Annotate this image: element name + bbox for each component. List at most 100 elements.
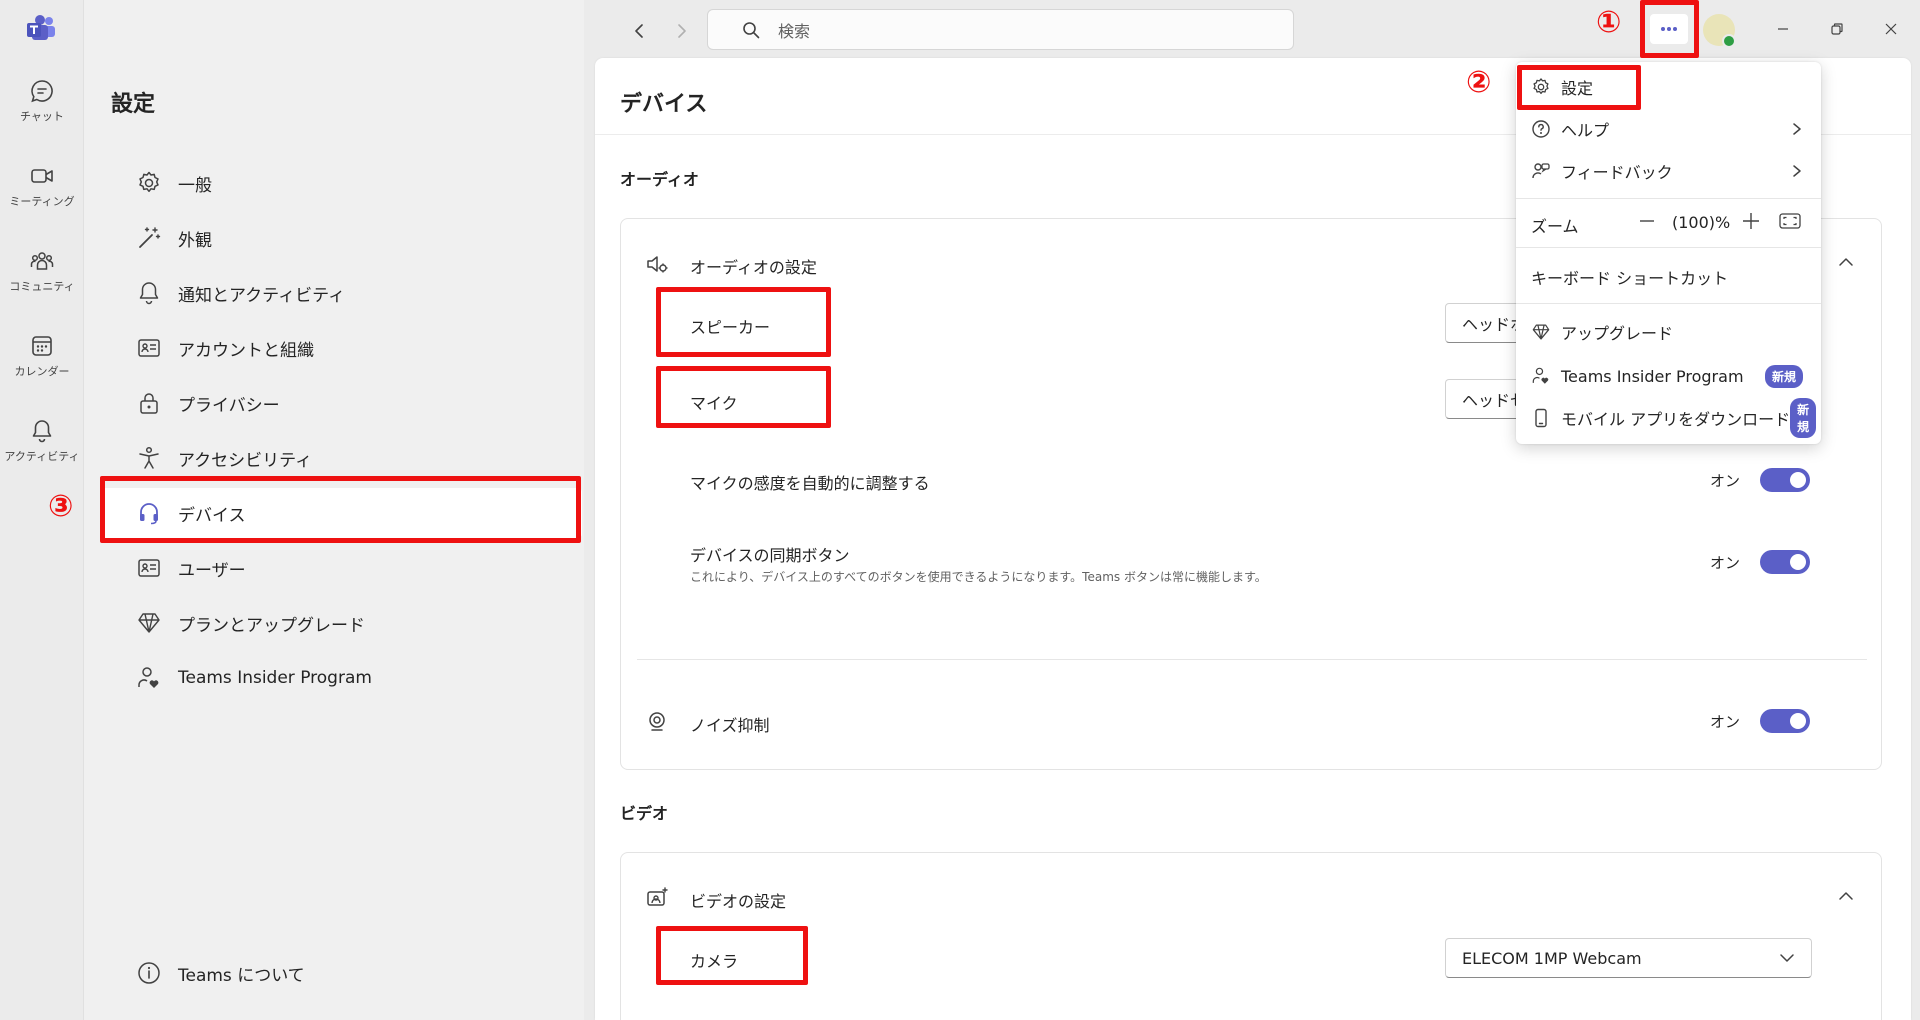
menu-item-upgrade[interactable]: アップグレード bbox=[1516, 311, 1821, 353]
rail-item-activity[interactable]: アクティビティ bbox=[0, 416, 84, 494]
chevron-right-icon bbox=[1793, 123, 1801, 135]
rail-item-calendar[interactable]: カレンダー bbox=[0, 331, 84, 409]
back-button[interactable] bbox=[625, 16, 655, 46]
toggle-state: オン bbox=[1710, 712, 1741, 731]
nav-item-plans[interactable]: プランとアップグレード bbox=[102, 598, 582, 648]
menu-label: ヘルプ bbox=[1561, 121, 1610, 140]
info-icon bbox=[138, 962, 160, 984]
calendar-icon bbox=[32, 336, 52, 356]
settings-title: 設定 bbox=[111, 92, 156, 117]
new-badge: 新規 bbox=[1764, 364, 1803, 388]
annotation-box-settings bbox=[1517, 65, 1641, 110]
video-settings-icon bbox=[645, 886, 669, 910]
noise-suppression-toggle-row: オン bbox=[1710, 709, 1811, 733]
annotation-number-1: ① bbox=[1596, 5, 1622, 40]
accessibility-icon bbox=[139, 446, 159, 469]
annotation-box-more-options bbox=[1640, 0, 1699, 58]
video-settings-title: ビデオの設定 bbox=[690, 892, 787, 911]
page-title: デバイス bbox=[620, 92, 708, 117]
nav-item-general[interactable]: 一般 bbox=[102, 158, 582, 208]
community-icon bbox=[30, 252, 54, 270]
person-heart-icon bbox=[1532, 367, 1549, 384]
bell-icon bbox=[139, 282, 159, 305]
zoom-value: (100)% bbox=[1672, 213, 1731, 232]
divider bbox=[1516, 198, 1821, 199]
magic-wand-icon bbox=[139, 227, 161, 248]
rail-item-community[interactable]: コミュニティ bbox=[0, 246, 84, 324]
forward-button[interactable] bbox=[666, 16, 696, 46]
chevron-left-icon bbox=[635, 24, 643, 38]
menu-item-keyboard-shortcuts[interactable]: キーボード ショートカット bbox=[1516, 256, 1821, 298]
zoom-out-button[interactable] bbox=[1636, 210, 1658, 232]
plus-icon bbox=[1743, 213, 1759, 229]
sync-buttons-label: デバイスの同期ボタン bbox=[690, 546, 850, 565]
nav-label: Teams Insider Program bbox=[178, 668, 372, 688]
annotation-box-devices bbox=[100, 476, 581, 543]
nav-label: 一般 bbox=[178, 175, 212, 196]
chevron-right-icon bbox=[1793, 165, 1801, 177]
chevron-up-icon bbox=[1839, 258, 1853, 266]
menu-label: モバイル アプリをダウンロード bbox=[1561, 410, 1791, 429]
sync-buttons-description: これにより、デバイス上のすべてのボタンを使用できるようになります。Teams ボ… bbox=[690, 570, 1267, 584]
rail-label: ミーティング bbox=[9, 195, 75, 208]
noise-suppression-toggle[interactable] bbox=[1760, 709, 1811, 733]
close-button[interactable] bbox=[1869, 14, 1913, 44]
nav-item-privacy[interactable]: プライバシー bbox=[102, 378, 582, 428]
search-icon bbox=[743, 21, 760, 38]
menu-label: アップグレード bbox=[1561, 324, 1674, 343]
nav-label: アクセシビリティ bbox=[178, 450, 313, 471]
teams-logo-icon[interactable] bbox=[26, 14, 56, 42]
nav-item-accounts[interactable]: アカウントと組織 bbox=[102, 323, 582, 373]
nav-label: ユーザー bbox=[178, 560, 246, 581]
menu-item-insider[interactable]: Teams Insider Program 新規 bbox=[1516, 355, 1821, 397]
annotation-number-2: ② bbox=[1466, 65, 1492, 100]
nav-label: アカウントと組織 bbox=[178, 340, 314, 361]
annotation-number-3: ③ bbox=[48, 489, 74, 524]
auto-adjust-toggle-row: オン bbox=[1710, 468, 1811, 492]
new-badge: 新規 bbox=[1790, 398, 1817, 438]
contact-card-icon bbox=[138, 559, 160, 577]
rail-item-meetings[interactable]: ミーティング bbox=[0, 161, 84, 239]
zoom-label: ズーム bbox=[1531, 217, 1579, 236]
auto-adjust-label: マイクの感度を自動的に調整する bbox=[690, 474, 930, 493]
camera-value: ELECOM 1MP Webcam bbox=[1462, 948, 1642, 968]
nav-item-insider[interactable]: Teams Insider Program bbox=[102, 653, 582, 703]
audio-settings-icon bbox=[645, 252, 669, 276]
rail-label: カレンダー bbox=[14, 365, 70, 378]
zoom-reset-button[interactable] bbox=[1778, 210, 1802, 232]
person-heart-icon bbox=[138, 667, 159, 688]
diamond-icon bbox=[1532, 324, 1550, 340]
menu-item-feedback[interactable]: フィードバック bbox=[1516, 150, 1821, 192]
audio-section-heading: オーディオ bbox=[620, 170, 699, 189]
menu-item-mobile-app[interactable]: モバイル アプリをダウンロード 新規 bbox=[1516, 397, 1821, 439]
auto-adjust-toggle[interactable] bbox=[1760, 468, 1811, 492]
help-icon bbox=[1532, 120, 1550, 138]
nav-label: 外観 bbox=[178, 230, 212, 251]
rail-item-chat[interactable]: チャット bbox=[0, 76, 84, 154]
search-placeholder: 検索 bbox=[778, 21, 811, 41]
nav-item-appearance[interactable]: 外観 bbox=[102, 213, 582, 263]
zoom-in-button[interactable] bbox=[1740, 210, 1762, 232]
collapse-video-button[interactable] bbox=[1836, 886, 1856, 906]
restore-button[interactable] bbox=[1815, 14, 1859, 44]
bell-icon bbox=[32, 420, 52, 443]
search-input[interactable]: 検索 bbox=[707, 9, 1294, 50]
menu-label: キーボード ショートカット bbox=[1531, 269, 1729, 288]
minimize-button[interactable] bbox=[1761, 14, 1805, 44]
noise-suppression-icon bbox=[645, 710, 669, 734]
nav-label: プランとアップグレード bbox=[178, 615, 365, 636]
nav-item-users[interactable]: ユーザー bbox=[102, 543, 582, 593]
nav-item-notifications[interactable]: 通知とアクティビティ bbox=[102, 268, 582, 318]
menu-item-help[interactable]: ヘルプ bbox=[1516, 108, 1821, 150]
video-settings-card bbox=[620, 852, 1882, 1020]
nav-label: 通知とアクティビティ bbox=[178, 285, 346, 306]
nav-item-about[interactable]: Teams について bbox=[102, 948, 582, 998]
sync-buttons-toggle[interactable] bbox=[1760, 550, 1811, 574]
noise-suppression-label: ノイズ抑制 bbox=[690, 716, 770, 735]
chevron-up-icon bbox=[1839, 892, 1853, 900]
camera-select[interactable]: ELECOM 1MP Webcam bbox=[1445, 938, 1812, 978]
collapse-audio-button[interactable] bbox=[1836, 252, 1856, 272]
divider bbox=[637, 659, 1867, 660]
nav-label: Teams について bbox=[178, 965, 305, 986]
minimize-icon bbox=[1778, 28, 1788, 30]
